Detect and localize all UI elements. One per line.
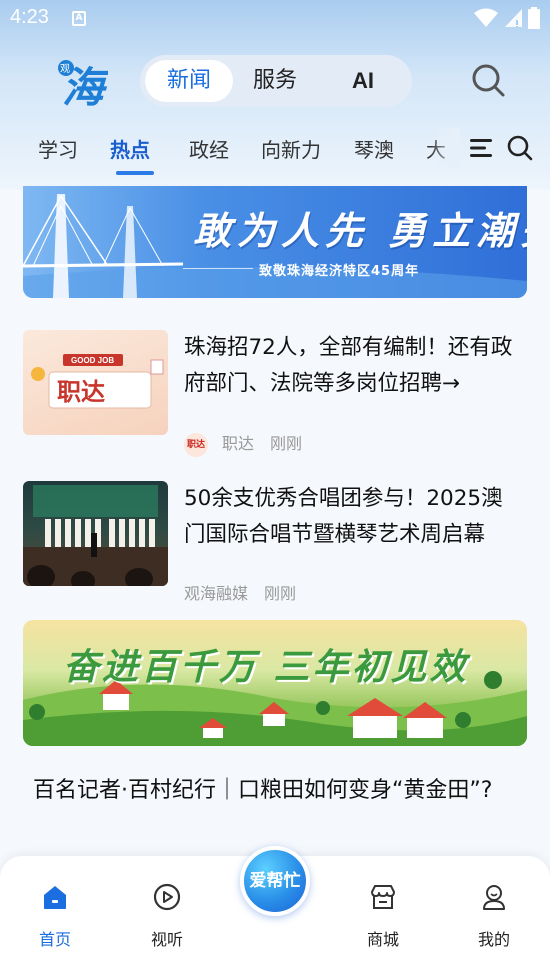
app-logo[interactable]: 海 观 <box>56 56 110 112</box>
nav-video[interactable]: 视听 <box>127 882 207 950</box>
nav-profile[interactable]: 我的 <box>454 882 534 950</box>
status-time: 4:23 <box>10 6 49 28</box>
banner-slogan: 敢为人先 勇立潮头 <box>193 208 527 253</box>
news-source: 观海融媒 <box>184 584 249 603</box>
news-title: 珠海招72人，全部有编制！还有政府部门、法院等多岗位招聘→ <box>184 335 513 396</box>
banner-divider-left <box>183 268 253 269</box>
nav-mall-label: 商城 <box>366 930 399 949</box>
tab-fade <box>430 128 460 168</box>
news-thumbnail <box>23 481 168 586</box>
nav-home[interactable]: 首页 <box>15 882 95 950</box>
svg-text:观: 观 <box>60 63 70 75</box>
banner-subtitle: 致敬珠海经济特区45周年 <box>259 264 420 279</box>
news-thumbnail: GOOD JOB 职达 <box>23 330 168 435</box>
user-icon <box>483 885 505 910</box>
news-item[interactable]: 50余支优秀合唱团参与！2025澳门国际合唱节暨横琴艺术周启幕 观海融媒 刚刚 <box>23 481 527 604</box>
news-time: 刚刚 <box>270 434 303 453</box>
category-tabs: 学习 热点 政经 向新力 琴澳 大 <box>0 128 550 175</box>
banner-slogan: 奋进百千万 三年初见效 <box>63 647 469 688</box>
help-center-button[interactable]: 爱帮忙 <box>240 846 310 916</box>
play-circle-icon <box>153 883 181 911</box>
tab-hengqin-macau[interactable]: 琴澳 <box>354 134 394 163</box>
battery-icon <box>528 7 540 29</box>
news-meta: 观海融媒 刚刚 <box>184 580 296 604</box>
tab-study[interactable]: 学习 <box>38 134 78 163</box>
banner-anniversary[interactable]: 敢为人先 勇立潮头 致敬珠海经济特区45周年 <box>23 186 527 298</box>
wifi-icon <box>474 8 498 27</box>
tab-hot[interactable]: 热点 <box>110 134 150 163</box>
home-icon <box>44 886 66 909</box>
source-logo: 职达 <box>184 432 208 457</box>
menu-icon[interactable] <box>470 138 492 158</box>
nav-video-label: 视听 <box>150 930 183 949</box>
news-meta: 职达 职达 刚刚 <box>184 430 302 457</box>
tab-new-power[interactable]: 向新力 <box>261 134 321 163</box>
segment-news[interactable]: 新闻 <box>145 60 233 102</box>
news-item[interactable]: GOOD JOB 职达 珠海招72人，全部有编制！还有政府部门、法院等多岗位招聘… <box>23 330 527 457</box>
segment-services[interactable]: 服务 <box>238 55 312 107</box>
nav-mall[interactable]: 商城 <box>343 882 423 950</box>
search-icon[interactable] <box>470 62 506 98</box>
job-illustration: GOOD JOB 职达 <box>31 354 164 409</box>
tab-search-icon[interactable] <box>507 135 533 161</box>
active-tab-indicator <box>116 171 154 175</box>
banner-rural-revitalization[interactable]: 奋进百千万 三年初见效 <box>23 620 527 746</box>
tab-politics-economy[interactable]: 政经 <box>189 134 229 163</box>
status-bar: 4:23 A <box>0 0 550 38</box>
news-source: 职达 <box>222 434 255 453</box>
choir-illustration <box>23 485 168 586</box>
status-icons <box>474 7 540 29</box>
svg-text:GOOD JOB: GOOD JOB <box>71 356 114 365</box>
notification-a-icon: A <box>72 11 86 26</box>
news-title: 50余支优秀合唱团参与！2025澳门国际合唱节暨横琴艺术周启幕 <box>184 486 503 547</box>
svg-text:职达: 职达 <box>57 378 105 406</box>
segment-ai[interactable]: AI <box>330 55 396 107</box>
nav-home-label: 首页 <box>38 930 71 949</box>
news-time: 刚刚 <box>264 584 297 603</box>
article-headline[interactable]: 百名记者·百村纪行｜口粮田如何变身“黄金田”? <box>33 774 513 808</box>
nav-profile-label: 我的 <box>477 930 510 949</box>
signal-icon <box>505 9 522 27</box>
store-icon <box>371 885 395 909</box>
segment-control: 新闻 服务 AI <box>140 55 412 107</box>
logo-icon: 海 观 <box>58 60 110 112</box>
